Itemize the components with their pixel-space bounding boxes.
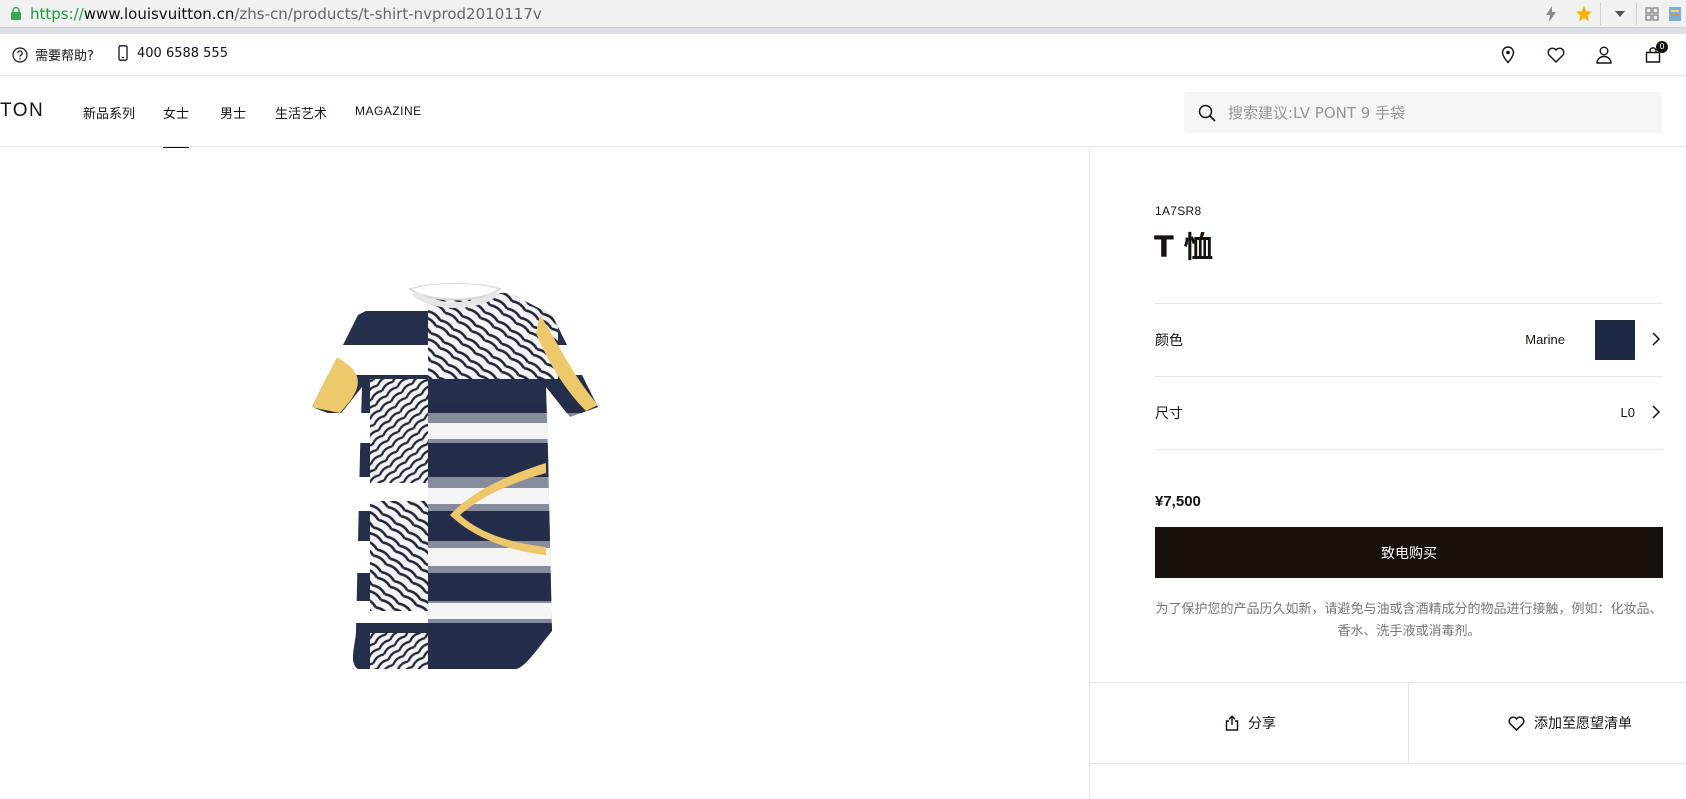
share-icon — [1225, 715, 1239, 731]
chevron-right-icon — [1652, 332, 1661, 346]
wishlist-heart-icon[interactable] — [1545, 44, 1567, 66]
nav-item-new[interactable]: 新品系列 — [83, 103, 135, 122]
add-to-wishlist-button[interactable]: 添加至愿望清单 — [1508, 713, 1632, 733]
help-link[interactable]: 需要帮助? — [12, 45, 94, 64]
nav-item-women[interactable]: 女士 — [163, 103, 190, 149]
shopping-bag-icon[interactable]: 0 — [1642, 41, 1668, 66]
chevron-down-icon[interactable] — [1609, 3, 1631, 25]
product-price: ¥7,500 — [1155, 493, 1201, 510]
star-icon[interactable] — [1573, 3, 1595, 25]
color-label: 颜色 — [1155, 333, 1183, 349]
nav-item-magazine[interactable]: MAGAZINE — [355, 104, 422, 118]
lock-icon — [11, 7, 21, 20]
store-locator-icon[interactable] — [1497, 44, 1519, 66]
product-image-tshirt — [312, 283, 598, 669]
search-box[interactable] — [1184, 92, 1662, 133]
mobile-phone-icon — [118, 45, 128, 61]
help-label: 需要帮助? — [35, 49, 94, 64]
call-to-buy-button[interactable]: 致电购买 — [1155, 527, 1663, 578]
search-input[interactable] — [1228, 103, 1648, 122]
url-text[interactable]: https://www.louisvuitton.cn/zhs-cn/produ… — [30, 5, 542, 23]
question-circle-icon — [12, 46, 28, 63]
phone-number: 400 6588 555 — [137, 45, 228, 61]
color-selector[interactable]: 颜色 Marine — [1155, 303, 1663, 376]
product-title: T 恤 — [1154, 230, 1213, 264]
size-value: L0 — [1620, 405, 1635, 420]
product-info-panel: 1A7SR8 T 恤 颜色 Marine 尺寸 L0 ¥7,500 致电购买 为… — [1089, 148, 1686, 799]
lightning-icon[interactable] — [1540, 3, 1562, 25]
size-label: 尺寸 — [1155, 406, 1183, 422]
size-selector[interactable]: 尺寸 L0 — [1155, 376, 1663, 449]
wishlist-label: 添加至愿望清单 — [1534, 716, 1632, 732]
account-icon[interactable] — [1593, 44, 1615, 66]
heart-icon — [1508, 715, 1525, 731]
main-navigation: TON 新品系列 女士 男士 生活艺术 MAGAZINE — [0, 76, 1686, 149]
phone-link[interactable]: 400 6588 555 — [118, 45, 228, 61]
apps-grid-icon[interactable] — [1641, 3, 1663, 25]
browser-address-bar[interactable]: https://www.louisvuitton.cn/zhs-cn/produ… — [0, 0, 1686, 28]
color-value: Marine — [1525, 332, 1565, 347]
cart-count-badge: 0 — [1656, 41, 1668, 53]
chevron-right-icon — [1652, 405, 1661, 419]
divider — [1155, 449, 1663, 450]
color-swatch[interactable] — [1595, 320, 1635, 360]
share-button[interactable]: 分享 — [1225, 713, 1276, 733]
extension-icon[interactable] — [1664, 3, 1686, 25]
nav-item-men[interactable]: 男士 — [220, 103, 246, 122]
search-icon — [1198, 104, 1216, 122]
share-label: 分享 — [1248, 716, 1276, 732]
nav-item-art-of-living[interactable]: 生活艺术 — [275, 103, 327, 122]
product-sku: 1A7SR8 — [1155, 204, 1202, 218]
product-image-area[interactable] — [0, 148, 1089, 799]
brand-logo[interactable]: TON — [0, 100, 44, 122]
product-actions: 分享 添加至愿望清单 — [1090, 682, 1686, 764]
utility-bar: 需要帮助? 400 6588 555 0 — [0, 34, 1686, 76]
care-instructions: 为了保护您的产品历久如新，请避免与油或含酒精成分的物品进行接触，例如：化妆品、香… — [1155, 602, 1663, 639]
